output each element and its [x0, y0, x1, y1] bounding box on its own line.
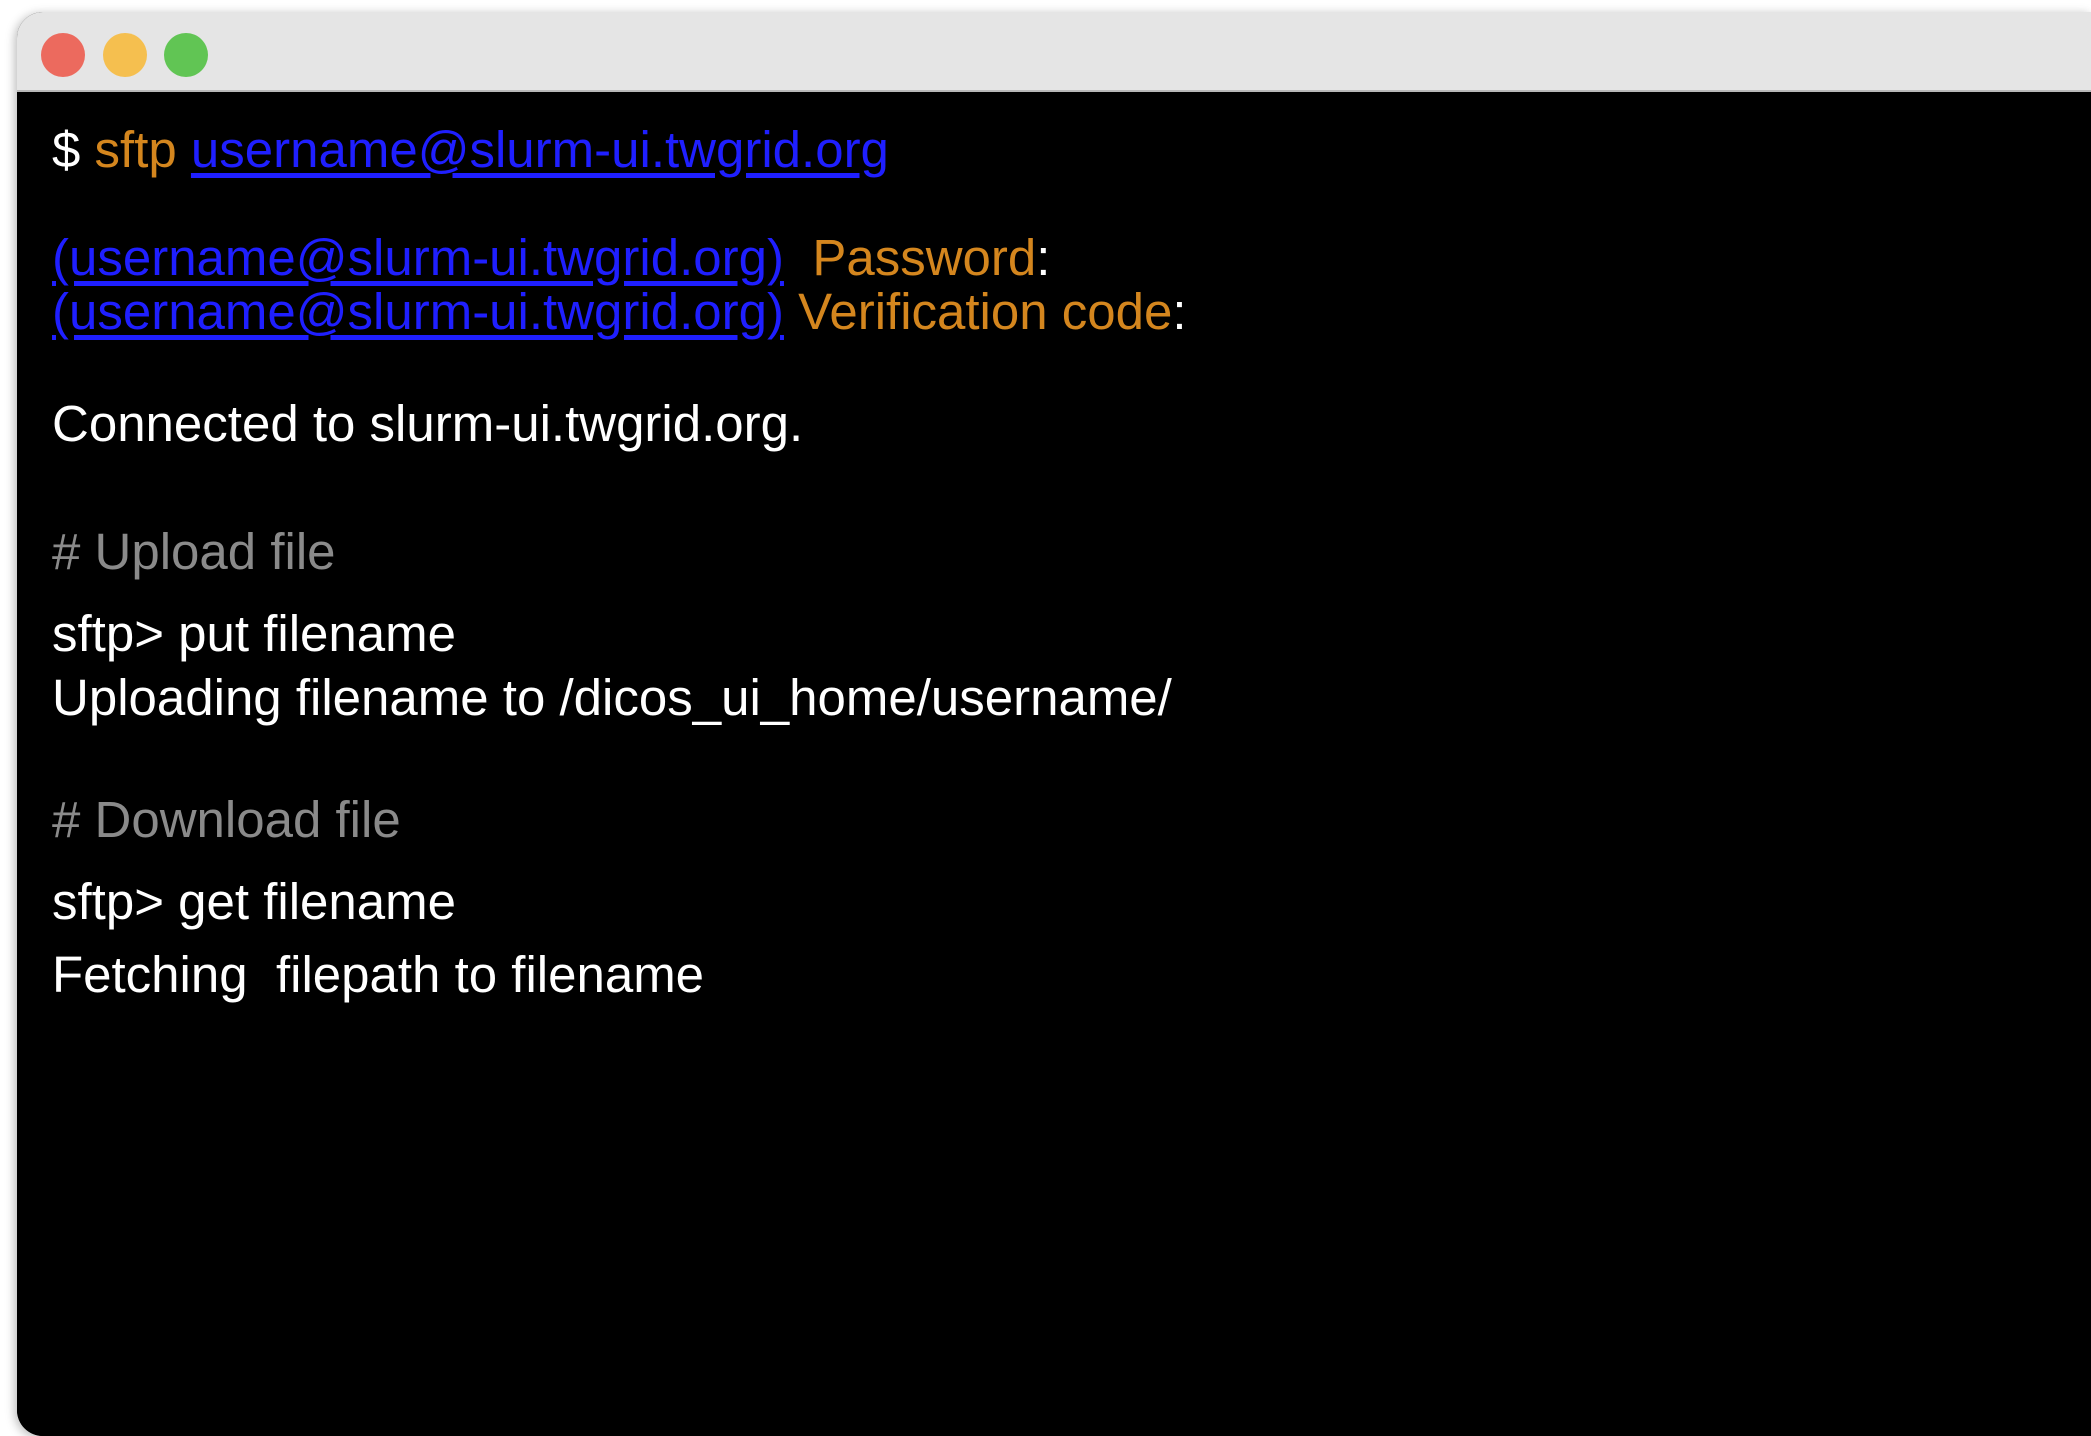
sftp-command: sftp	[94, 121, 191, 178]
sftp-connect-line: $ sftp username@slurm-ui.twgrid.org	[52, 120, 889, 180]
password-host-link[interactable]: (username@slurm-ui.twgrid.org)	[52, 229, 784, 286]
verification-prompt-line: (username@slurm-ui.twgrid.org) Verificat…	[52, 282, 1187, 342]
host-link[interactable]: username@slurm-ui.twgrid.org	[191, 121, 889, 178]
minimize-button[interactable]	[103, 33, 147, 77]
connected-message: Connected to slurm-ui.twgrid.org.	[52, 395, 804, 452]
upload-comment: # Upload file	[52, 523, 336, 580]
upload-output: Uploading filename to /dicos_ui_home/use…	[52, 669, 1172, 726]
verification-host-link[interactable]: (username@slurm-ui.twgrid.org)	[52, 283, 784, 340]
terminal-window: $ sftp username@slurm-ui.twgrid.org (use…	[17, 12, 2091, 1436]
download-output: Fetching filepath to filename	[52, 946, 705, 1003]
download-command: sftp> get filename	[52, 873, 456, 930]
title-bar	[17, 12, 2091, 92]
upload-command: sftp> put filename	[52, 605, 456, 662]
shell-prompt: $	[52, 121, 95, 178]
download-comment: # Download file	[52, 791, 401, 848]
verification-label: Verification code	[798, 283, 1173, 340]
zoom-button[interactable]	[164, 33, 208, 77]
verification-colon: :	[1172, 283, 1187, 340]
close-button[interactable]	[41, 33, 85, 77]
password-prompt-line: (username@slurm-ui.twgrid.org) Password:	[52, 228, 1050, 288]
terminal-content[interactable]: $ sftp username@slurm-ui.twgrid.org (use…	[17, 92, 2091, 1436]
password-colon: :	[1036, 229, 1051, 286]
password-label: Password	[812, 229, 1037, 286]
